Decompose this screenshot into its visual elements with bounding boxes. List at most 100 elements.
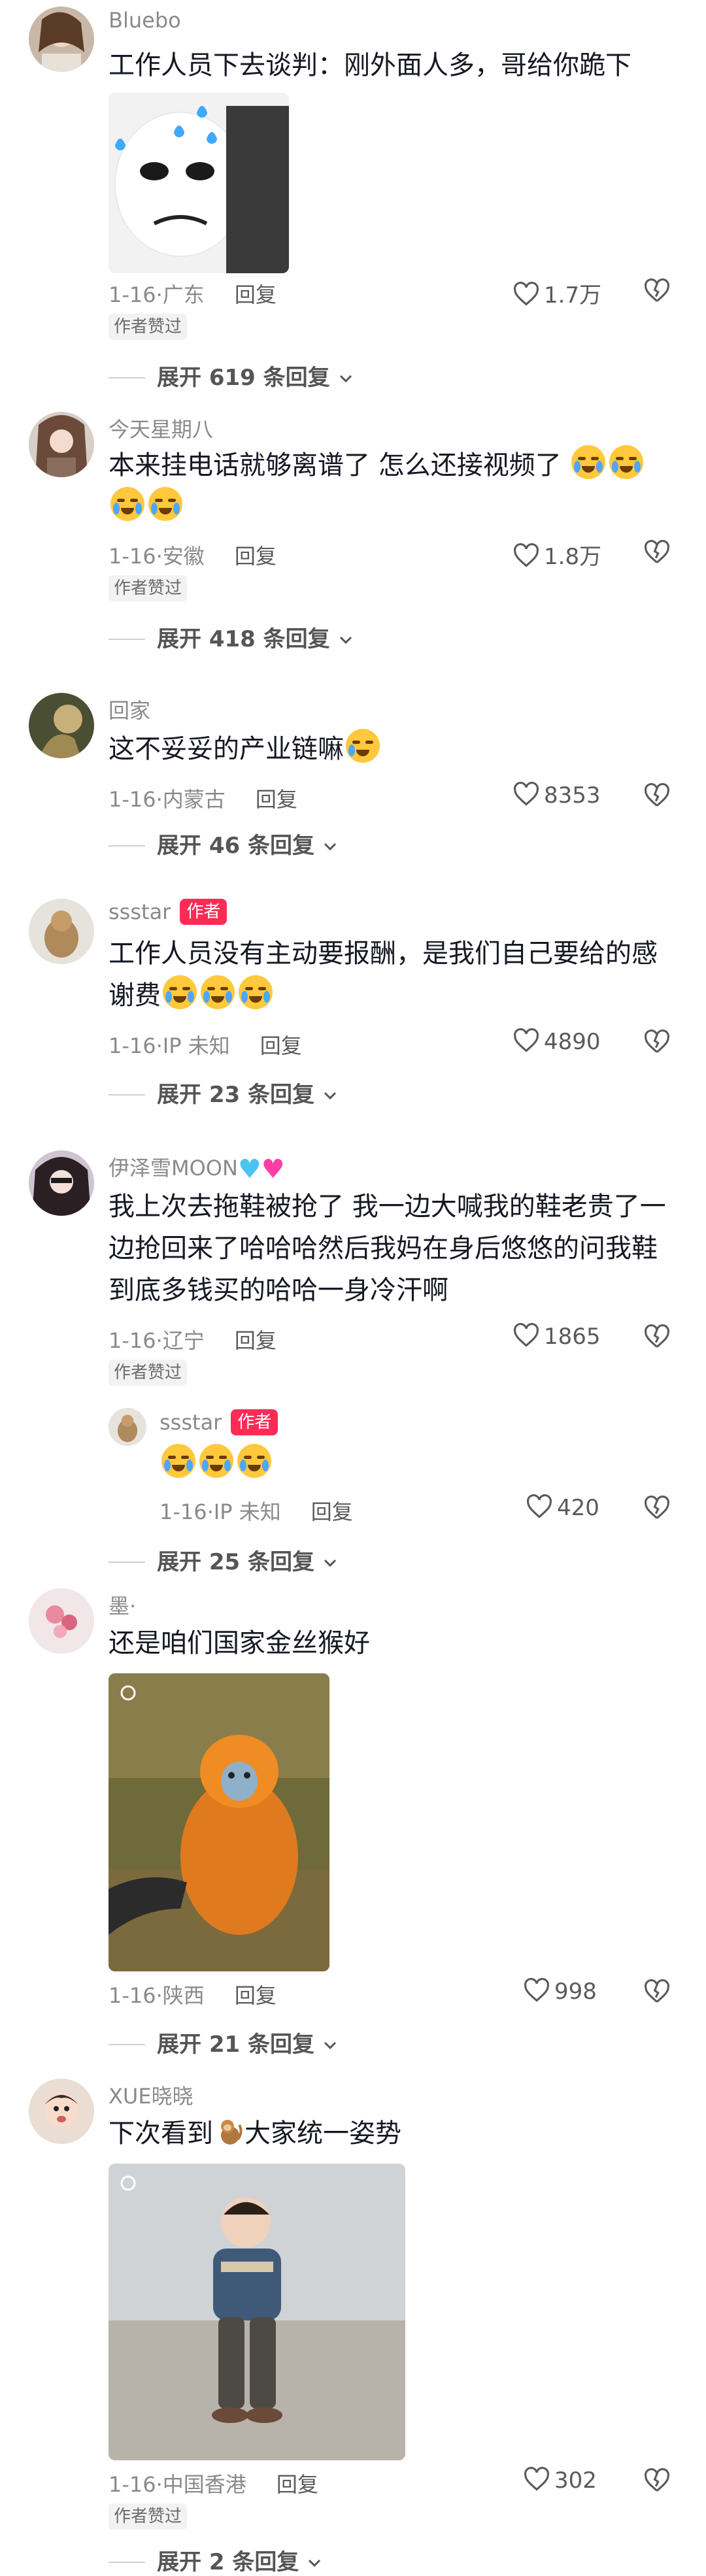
broken-heart-icon bbox=[645, 278, 669, 302]
chevron-down-icon bbox=[339, 375, 352, 383]
crying-laugh-emoji bbox=[163, 975, 197, 1009]
dislike-button[interactable] bbox=[643, 1029, 671, 1057]
comment-username[interactable]: 墨· bbox=[109, 1590, 136, 1620]
author-liked-badge: 作者赞过 bbox=[109, 575, 188, 601]
crying-laugh-emoji bbox=[110, 487, 144, 521]
author-tag: 作者 bbox=[231, 1409, 278, 1435]
heart-outline-icon bbox=[527, 1494, 552, 1518]
meta-separator: · bbox=[207, 1499, 214, 1524]
meta-separator: · bbox=[156, 1033, 163, 1058]
like-count: 1.7万 bbox=[544, 282, 602, 309]
reply-meta: 1-16·IP 未知 回复 bbox=[160, 1496, 353, 1526]
comment-text: 本来挂电话就够离谱了 怎么还接视频了 bbox=[109, 444, 671, 528]
comment-location: 内蒙古 bbox=[162, 787, 226, 812]
like-button[interactable]: 1865 bbox=[513, 1323, 601, 1350]
expand-replies-button[interactable]: 展开 619 条回复 bbox=[109, 360, 354, 392]
comment-text: 还是咱们国家金丝猴好 bbox=[109, 1628, 370, 1658]
reply-avatar[interactable] bbox=[109, 1408, 146, 1446]
dislike-button[interactable] bbox=[643, 278, 671, 306]
expand-replies-button[interactable]: 展开 2 条回复 bbox=[109, 2544, 322, 2576]
username-label: ssstar bbox=[160, 1410, 222, 1435]
crying-laugh-emoji bbox=[239, 975, 273, 1009]
reply-button[interactable]: 回复 bbox=[235, 544, 277, 569]
like-count: 420 bbox=[557, 1495, 599, 1521]
expand-label: 展开 2 条回复 bbox=[157, 2549, 299, 2575]
avatar[interactable] bbox=[29, 693, 94, 758]
dislike-button[interactable] bbox=[643, 1496, 671, 1523]
heart-outline-icon bbox=[514, 543, 539, 567]
comment-date: 1-16 bbox=[109, 1033, 156, 1058]
dislike-button[interactable] bbox=[643, 1979, 671, 2007]
avatar[interactable] bbox=[29, 1588, 94, 1654]
comment-location: 安徽 bbox=[162, 544, 205, 569]
reply-button[interactable]: 回复 bbox=[235, 282, 277, 307]
comment-meta: 1-16·广东 回复 bbox=[109, 278, 277, 309]
expand-replies-button[interactable]: 展开 418 条回复 bbox=[109, 621, 354, 653]
comment-text: 下次看到 大家统一姿势 bbox=[109, 2113, 671, 2160]
comment-text-content: 这不妥妥的产业链嘛 bbox=[109, 734, 344, 764]
comment-username[interactable]: 今天星期八 bbox=[109, 413, 213, 443]
expand-label: 展开 418 条回复 bbox=[157, 626, 330, 652]
expand-replies-button[interactable]: 展开 46 条回复 bbox=[109, 828, 338, 860]
like-button[interactable]: 4890 bbox=[513, 1028, 601, 1055]
author-liked-badge: 作者赞过 bbox=[109, 314, 188, 340]
comment-text-content: 本来挂电话就够离谱了 怎么还接视频了 bbox=[109, 450, 562, 480]
chevron-down-icon bbox=[324, 1559, 336, 1567]
chevron-down-icon bbox=[324, 2041, 336, 2050]
heart-outline-icon bbox=[514, 782, 539, 806]
avatar[interactable] bbox=[29, 412, 94, 477]
reply-text bbox=[160, 1443, 486, 1485]
reply-button[interactable]: 回复 bbox=[311, 1499, 353, 1524]
divider bbox=[109, 1562, 145, 1563]
avatar[interactable] bbox=[29, 899, 94, 964]
expand-label: 展开 25 条回复 bbox=[157, 1549, 314, 1575]
reply-button[interactable]: 回复 bbox=[256, 787, 297, 812]
like-button[interactable]: 8353 bbox=[513, 782, 601, 809]
broken-heart-icon bbox=[645, 1029, 669, 1053]
comment-username[interactable]: 回家 bbox=[109, 694, 150, 724]
golden-monkey-image[interactable] bbox=[109, 1673, 329, 1971]
crying-laugh-emoji bbox=[148, 487, 182, 521]
dislike-button[interactable] bbox=[643, 540, 671, 567]
avatar[interactable] bbox=[29, 2079, 94, 2144]
expand-replies-button[interactable]: 展开 23 条回复 bbox=[109, 1077, 338, 1109]
comment-date: 1-16 bbox=[109, 1328, 156, 1353]
broken-heart-icon bbox=[645, 1979, 669, 2003]
dislike-button[interactable] bbox=[643, 783, 671, 811]
meta-separator: · bbox=[156, 282, 163, 307]
pink-heart-emoji: ♥ bbox=[261, 1154, 285, 1184]
comment-text: 这不妥妥的产业链嘛 bbox=[109, 728, 671, 770]
avatar[interactable] bbox=[29, 1150, 94, 1216]
reply-button[interactable]: 回复 bbox=[235, 1328, 277, 1353]
dislike-button[interactable] bbox=[643, 2468, 671, 2496]
expand-replies-button[interactable]: 展开 25 条回复 bbox=[109, 1544, 338, 1576]
comment-location: 广东 bbox=[162, 282, 205, 307]
comment-username[interactable]: 伊泽雪MOON♥♥ bbox=[109, 1152, 285, 1184]
like-button[interactable]: 420 bbox=[526, 1494, 599, 1521]
expand-label: 展开 21 条回复 bbox=[157, 2032, 314, 2058]
comment-username[interactable]: ssstar 作者 bbox=[109, 899, 227, 925]
like-button[interactable]: 1.8万 bbox=[513, 539, 601, 571]
reply-username[interactable]: ssstar 作者 bbox=[160, 1409, 278, 1435]
comment-username[interactable]: XUE晓晓 bbox=[109, 2080, 193, 2110]
like-count: 998 bbox=[554, 1979, 597, 2005]
like-button[interactable]: 998 bbox=[523, 1978, 597, 2005]
reply-button[interactable]: 回复 bbox=[260, 1033, 302, 1058]
expand-replies-button[interactable]: 展开 21 条回复 bbox=[109, 2026, 338, 2058]
like-button[interactable]: 1.7万 bbox=[513, 277, 601, 309]
reply-button[interactable]: 回复 bbox=[235, 1983, 277, 2008]
heart-outline-icon bbox=[514, 282, 539, 306]
meme-image[interactable] bbox=[109, 93, 289, 273]
avatar[interactable] bbox=[29, 7, 94, 72]
broken-heart-icon bbox=[645, 2468, 669, 2492]
heart-outline-icon bbox=[514, 1028, 539, 1052]
divider bbox=[109, 1094, 145, 1096]
like-button[interactable]: 302 bbox=[523, 2467, 597, 2494]
crying-laugh-emoji bbox=[609, 445, 644, 479]
comment-location: 陕西 bbox=[162, 1983, 205, 2008]
comment-username[interactable]: Bluebo bbox=[109, 8, 181, 33]
dislike-button[interactable] bbox=[643, 1324, 671, 1352]
toddler-photo[interactable] bbox=[109, 2164, 405, 2460]
reply-button[interactable]: 回复 bbox=[277, 2472, 318, 2497]
grinning-sweat-emoji bbox=[346, 729, 380, 763]
